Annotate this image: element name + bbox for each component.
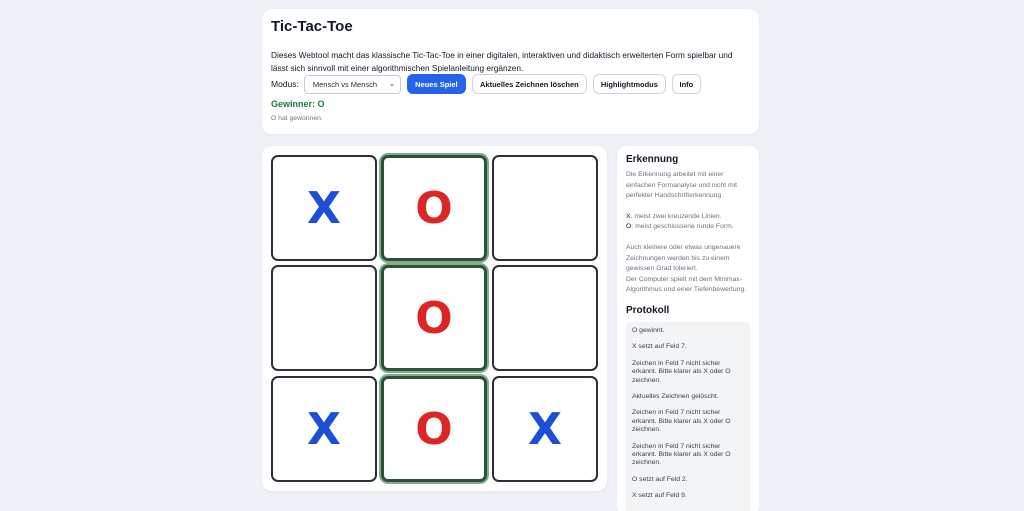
log-entry: Zeichen in Feld 7 nicht sicher erkannt. …: [632, 359, 731, 384]
x-rule-text: : meist zwei kreuzende Linien.: [630, 212, 722, 220]
chevron-down-icon: ⌄: [389, 80, 395, 88]
protocol-log[interactable]: O gewinnt. X setzt auf Feld 7. Zeichen i…: [626, 321, 750, 511]
board-cell-4[interactable]: [271, 265, 377, 371]
clear-drawing-button[interactable]: Aktuelles Zeichnen löschen: [471, 74, 587, 94]
mode-select-value: Mensch vs Mensch: [312, 79, 378, 89]
board-cell-9[interactable]: X: [492, 376, 598, 482]
board-cell-6[interactable]: [492, 265, 598, 371]
mode-label: Modus:: [271, 79, 299, 89]
page-title: Tic-Tac-Toe: [271, 18, 353, 35]
recognition-x-rule: X: meist zwei kreuzende Linien.: [626, 212, 750, 223]
log-entry: Zeichen in Feld 7 nicht sicher erkannt. …: [632, 409, 731, 434]
board-cell-2[interactable]: O: [381, 155, 487, 261]
log-entry: O gewinnt.: [632, 326, 665, 334]
mode-select[interactable]: Mensch vs Mensch ⌄: [303, 74, 401, 94]
board-card: X O O X O X: [262, 146, 607, 491]
page-description: Dieses Webtool macht das klassische Tic-…: [271, 50, 733, 73]
highlight-mode-button[interactable]: Highlightmodus: [592, 74, 666, 94]
new-game-button[interactable]: Neues Spiel: [406, 74, 466, 94]
side-panel: Erkennung Die Erkennung arbeitet mit ein…: [617, 146, 759, 511]
recognition-note-minimax: Der Computer spielt mit dem Minimax-Algo…: [626, 275, 747, 294]
header-card: Tic-Tac-Toe Dieses Webtool macht das kla…: [262, 9, 759, 134]
recognition-note-tolerance: Auch kleinere oder etwas ungenauere Zeic…: [626, 243, 741, 273]
board-cell-3[interactable]: [492, 155, 598, 261]
log-entry: Zeichen in Feld 7 nicht sicher erkannt. …: [632, 442, 731, 467]
info-button[interactable]: Info: [671, 74, 701, 94]
protocol-heading: Protokoll: [626, 304, 670, 316]
recognition-heading: Erkennung: [626, 154, 679, 165]
log-entry: X setzt auf Feld 9.: [632, 492, 687, 500]
log-entry: X setzt auf Feld 7.: [632, 343, 687, 351]
log-entry: O setzt auf Feld 2.: [632, 475, 688, 483]
controls-bar: Modus: Mensch vs Mensch ⌄ Neues Spiel Ak…: [271, 74, 707, 94]
o-rule-text: : meist geschlossene runde Form.: [631, 223, 734, 231]
board-cell-8[interactable]: O: [381, 376, 487, 482]
recognition-intro: Die Erkennung arbeitet mit einer einfach…: [626, 171, 738, 200]
board-cell-7[interactable]: X: [271, 376, 377, 482]
board-cell-5[interactable]: O: [381, 265, 487, 371]
board-cell-1[interactable]: X: [271, 155, 377, 261]
status-text: O hat gewonnen.: [271, 115, 323, 122]
log-entry: Aktuelles Zeichnen gelöscht.: [632, 392, 719, 400]
winner-text: Gewinner: O: [271, 99, 325, 109]
recognition-o-rule: O: meist geschlossene runde Form.: [626, 222, 750, 233]
